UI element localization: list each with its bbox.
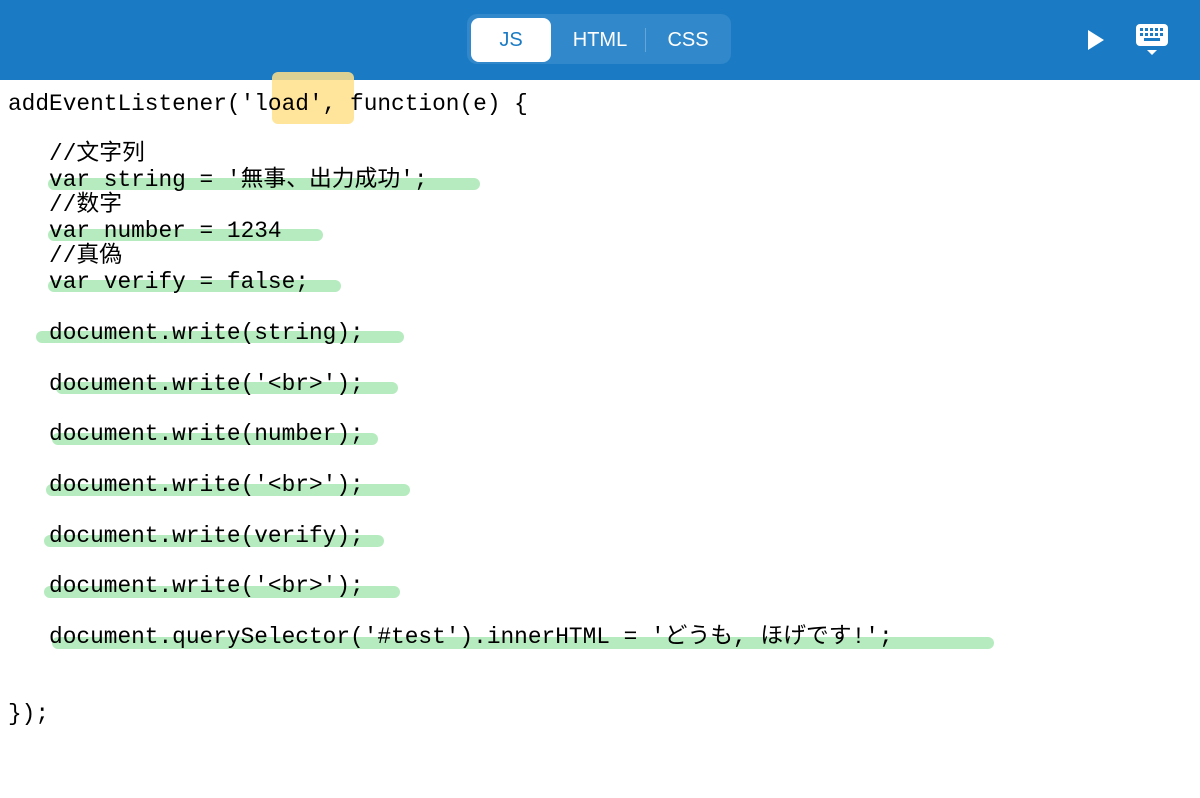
toolbar: JS HTML CSS [0, 0, 1200, 80]
code-line: var verify = false; [8, 269, 309, 295]
hide-keyboard-button[interactable] [1132, 22, 1172, 58]
tab-html[interactable]: HTML [556, 18, 644, 62]
tab-js[interactable]: JS [471, 18, 551, 62]
code-line: }); [8, 701, 50, 727]
tab-divider [645, 28, 646, 52]
tab-css[interactable]: CSS [648, 18, 728, 62]
keyboard-hide-icon [1136, 24, 1168, 55]
code-line: document.write(string); [8, 320, 364, 346]
code-line: document.write(verify); [8, 523, 364, 549]
code-line: document.write('<br>'); [8, 472, 364, 498]
code-line: addEventListener('load', function(e) { [8, 91, 528, 117]
run-button[interactable] [1080, 24, 1110, 56]
code-line: document.write('<br>'); [8, 573, 364, 599]
code-line: document.write('<br>'); [8, 371, 364, 397]
code-line: document.querySelector('#test').innerHTM… [8, 624, 893, 650]
code-editor[interactable]: addEventListener('load', function(e) { /… [0, 72, 1200, 798]
code-line: document.write(number); [8, 421, 364, 447]
play-icon [1088, 30, 1104, 50]
